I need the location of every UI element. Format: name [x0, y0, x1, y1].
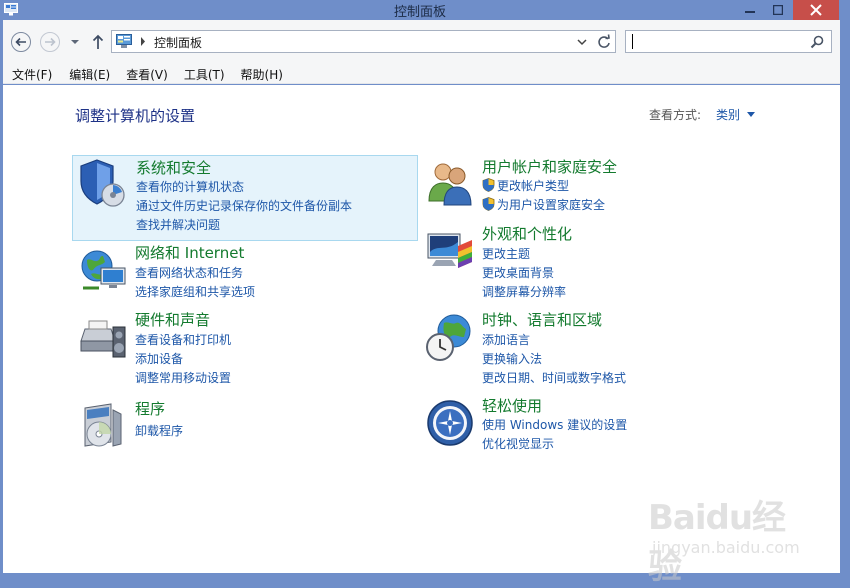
link-change-background[interactable]: 更改桌面背景	[482, 264, 554, 281]
back-button[interactable]	[11, 32, 31, 52]
maximize-button[interactable]	[764, 0, 792, 20]
programs-icon	[84, 403, 122, 447]
link-add-language[interactable]: 添加语言	[482, 331, 530, 348]
link-family-safety[interactable]: 为用户设置家庭安全	[482, 196, 605, 213]
link-file-history[interactable]: 通过文件历史记录保存你的文件备份副本	[136, 197, 352, 214]
control-panel-icon	[116, 34, 132, 48]
window-title: 控制面板	[393, 5, 446, 20]
category-title-hardware-sound[interactable]: 硬件和声音	[135, 309, 210, 330]
category-system-security[interactable]: 系统和安全 查看你的计算机状态 通过文件历史记录保存你的文件备份副本 查找并解决…	[72, 155, 418, 241]
menu-file[interactable]: 文件(F)	[12, 62, 52, 83]
link-troubleshoot[interactable]: 查找并解决问题	[136, 216, 220, 233]
search-icon[interactable]	[810, 35, 824, 49]
link-uninstall-program[interactable]: 卸载程序	[135, 422, 183, 439]
clock-language-icon	[426, 314, 471, 361]
link-devices-printers[interactable]: 查看设备和打印机	[135, 331, 231, 348]
ease-of-access-icon	[427, 400, 473, 446]
forward-button[interactable]	[40, 32, 60, 52]
navigation-bar: 控制面板	[3, 20, 840, 62]
title-bar: 控制面板	[0, 0, 850, 20]
text-caret	[632, 34, 633, 49]
address-bar[interactable]: 控制面板	[111, 30, 616, 53]
link-homegroup[interactable]: 选择家庭组和共享选项	[135, 283, 255, 300]
category-title-ease-of-access[interactable]: 轻松使用	[482, 395, 542, 416]
link-date-time-format[interactable]: 更改日期、时间或数字格式	[482, 369, 626, 386]
control-panel-window: 控制面板 控制面板 文件(F) 编辑(E) 查看(V) 工具(T) 帮助(H) …	[0, 0, 850, 587]
menu-help[interactable]: 帮助(H)	[241, 62, 283, 83]
category-programs[interactable]: 程序 卸载程序	[73, 398, 403, 448]
user-accounts-icon	[428, 163, 472, 206]
link-family-safety-label[interactable]: 为用户设置家庭安全	[497, 198, 605, 212]
maximize-icon	[773, 5, 783, 15]
link-network-status[interactable]: 查看网络状态和任务	[135, 264, 243, 281]
link-mobility-settings[interactable]: 调整常用移动设置	[135, 369, 231, 386]
category-network[interactable]: 网络和 Internet 查看网络状态和任务 选择家庭组和共享选项	[73, 242, 403, 302]
category-title-user-accounts[interactable]: 用户帐户和家庭安全	[482, 156, 617, 177]
breadcrumb-chevron-icon[interactable]	[139, 36, 147, 47]
uac-shield-icon	[482, 197, 495, 211]
chevron-down-icon[interactable]	[576, 36, 588, 48]
appearance-icon	[427, 233, 472, 268]
link-windows-recommended[interactable]: 使用 Windows 建议的设置	[482, 416, 627, 433]
category-title-clock-language[interactable]: 时钟、语言和区域	[482, 309, 602, 330]
arrow-right-icon	[45, 37, 56, 47]
link-optimize-visual[interactable]: 优化视觉显示	[482, 435, 554, 452]
watermark-url: jingyan.baidu.com	[652, 538, 800, 557]
category-ease-of-access[interactable]: 轻松使用 使用 Windows 建议的设置 优化视觉显示	[420, 395, 740, 455]
link-change-input-method[interactable]: 更换输入法	[482, 350, 542, 367]
link-change-theme[interactable]: 更改主题	[482, 245, 530, 262]
category-title-appearance[interactable]: 外观和个性化	[482, 223, 572, 244]
dropdown-caret-icon[interactable]	[747, 112, 755, 117]
uac-shield-icon	[482, 178, 495, 192]
baidu-jingyan-watermark: Baidu经验 jingyan.baidu.com	[648, 490, 808, 587]
category-clock-language[interactable]: 时钟、语言和区域 添加语言 更换输入法 更改日期、时间或数字格式	[420, 309, 740, 385]
link-screen-resolution[interactable]: 调整屏幕分辨率	[482, 283, 566, 300]
window-right-border	[840, 20, 850, 583]
search-input[interactable]	[625, 30, 832, 53]
refresh-icon[interactable]	[595, 33, 613, 51]
category-title-network[interactable]: 网络和 Internet	[135, 242, 244, 263]
content-area: 调整计算机的设置 查看方式: 类别 系统和安全 查看你的计算机状态 通过文件历史…	[3, 85, 840, 587]
link-view-computer-status[interactable]: 查看你的计算机状态	[136, 178, 244, 195]
category-user-accounts[interactable]: 用户帐户和家庭安全 更改帐户类型 为用户设置家庭安全	[420, 155, 740, 225]
menu-edit[interactable]: 编辑(E)	[69, 62, 110, 83]
minimize-icon	[745, 11, 755, 13]
category-title-system-security[interactable]: 系统和安全	[136, 157, 211, 178]
category-title-programs[interactable]: 程序	[135, 398, 165, 419]
link-add-device[interactable]: 添加设备	[135, 350, 183, 367]
minimize-button[interactable]	[736, 0, 764, 20]
network-icon	[81, 250, 126, 290]
view-by-dropdown[interactable]: 类别	[716, 106, 740, 123]
close-icon	[810, 4, 822, 16]
category-appearance[interactable]: 外观和个性化 更改主题 更改桌面背景 调整屏幕分辨率	[420, 223, 740, 299]
link-change-account-type[interactable]: 更改帐户类型	[482, 177, 569, 194]
up-arrow-icon[interactable]	[91, 33, 105, 51]
system-security-icon	[80, 159, 125, 207]
menu-view[interactable]: 查看(V)	[126, 62, 168, 83]
breadcrumb-path[interactable]: 控制面板	[154, 34, 202, 51]
menu-tools[interactable]: 工具(T)	[184, 62, 225, 83]
recent-locations-dropdown-icon[interactable]	[69, 35, 81, 49]
menu-bar: 文件(F) 编辑(E) 查看(V) 工具(T) 帮助(H)	[3, 62, 840, 84]
category-hardware-sound[interactable]: 硬件和声音 查看设备和打印机 添加设备 调整常用移动设置	[73, 309, 403, 385]
arrow-left-icon	[15, 37, 26, 47]
page-title: 调整计算机的设置	[75, 107, 196, 125]
hardware-sound-icon	[80, 320, 126, 358]
link-change-account-type-label[interactable]: 更改帐户类型	[497, 179, 569, 193]
view-by-label: 查看方式:	[649, 108, 702, 122]
close-button[interactable]	[793, 0, 839, 20]
